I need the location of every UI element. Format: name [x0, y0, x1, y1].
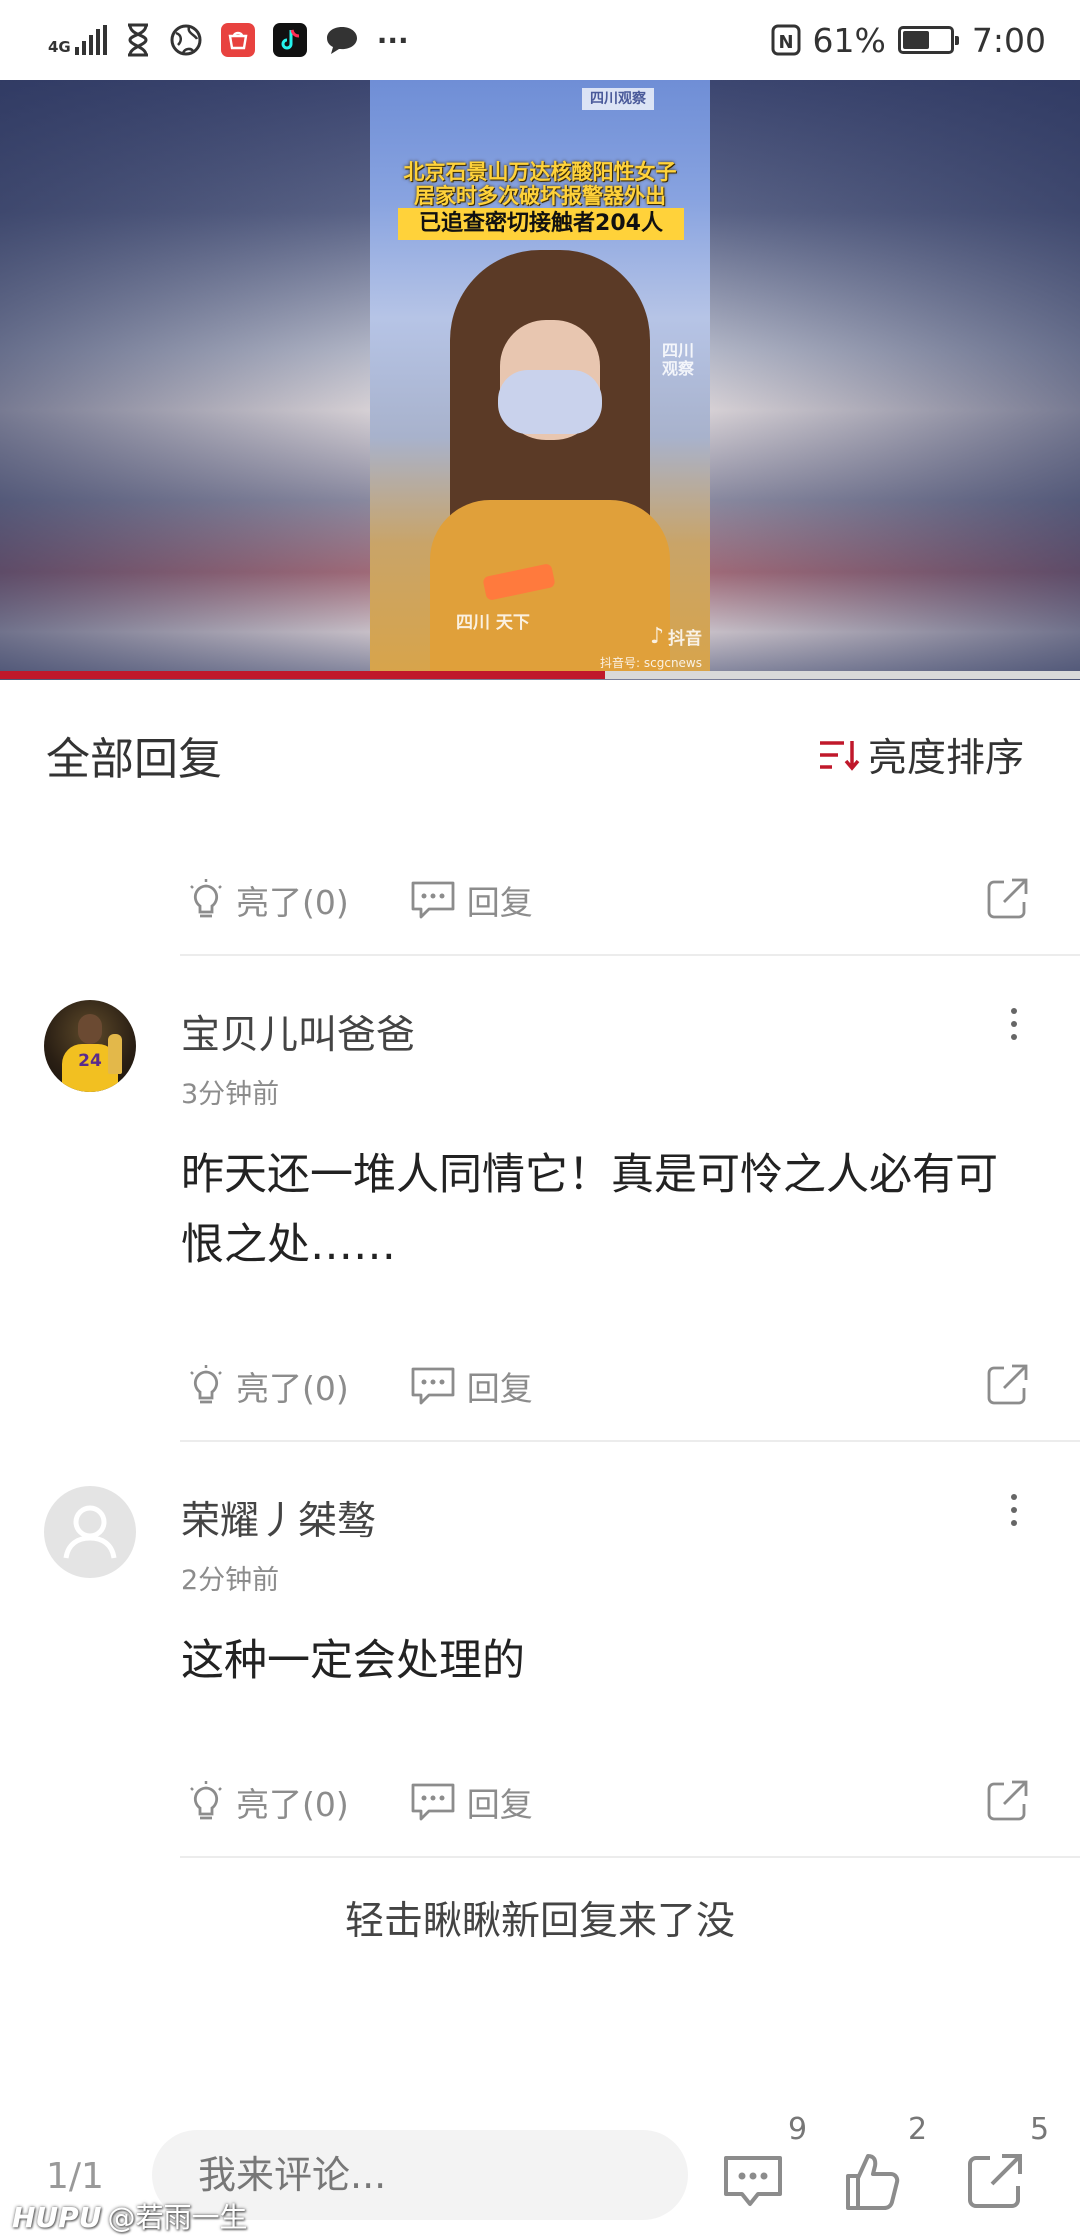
- share-button[interactable]: [984, 1362, 1030, 1412]
- share-button[interactable]: [960, 2146, 1030, 2216]
- hupu-watermark: HUPU @若雨一生: [12, 2196, 247, 2236]
- light-label: 亮了(0): [236, 883, 349, 922]
- tiktok-id: 抖音号: scgcnews: [600, 656, 702, 670]
- reply-button[interactable]: 回复: [409, 1778, 533, 1826]
- reply-bubble-icon: [411, 1783, 455, 1821]
- more-options-icon[interactable]: [1006, 1004, 1022, 1044]
- comment-text: 昨天还一堆人同情它！真是可怜之人必有可恨之处……: [181, 1150, 998, 1270]
- reply-button[interactable]: 回复: [409, 1362, 533, 1410]
- share-icon: [987, 1364, 1028, 1405]
- chat-bubble-icon: [326, 27, 357, 54]
- load-new-replies-button[interactable]: 轻击瞅瞅新回复来了没: [0, 1890, 1080, 1946]
- reply-label: 回复: [466, 1785, 533, 1824]
- comment-time: 2分钟前: [181, 1565, 280, 1596]
- share-icon: [987, 878, 1028, 919]
- section-title: 全部回复: [46, 734, 222, 785]
- video-caption-highlight: 已追查密切接触者204人: [398, 208, 684, 240]
- lightbulb-icon: [190, 1781, 222, 1820]
- lightbulb-icon: [190, 879, 222, 918]
- battery-icon: [897, 26, 959, 54]
- comment-time: 3分钟前: [181, 1079, 280, 1110]
- thumbs-up-icon: [846, 2154, 900, 2210]
- video-channel-logo: 四川观察: [582, 88, 654, 110]
- comment-text: 这种一定会处理的: [181, 1636, 525, 1686]
- tiktok-note-icon: ♪: [649, 624, 664, 649]
- comment-actions: 亮了(0) 回复: [180, 846, 1080, 956]
- globe-icon: [170, 24, 202, 56]
- light-label: 亮了(0): [236, 1785, 349, 1824]
- avatar[interactable]: 24: [44, 1000, 136, 1092]
- watermark-user: @若雨一生: [107, 2201, 248, 2234]
- comment-username[interactable]: 宝贝儿叫爸爸: [181, 1004, 415, 1060]
- more-options-icon[interactable]: [1006, 1490, 1022, 1530]
- hourglass-icon: [127, 23, 148, 57]
- comment-username[interactable]: 荣耀丿桀骜: [181, 1490, 376, 1546]
- nfc-icon: N: [771, 24, 801, 56]
- reply-bubble-icon: [411, 881, 455, 919]
- comment-actions: 亮了(0) 回复: [180, 1332, 1080, 1442]
- light-label: 亮了(0): [236, 1369, 349, 1408]
- tiktok-watermark: ♪ 抖音: [650, 624, 702, 649]
- sort-button[interactable]: 亮度排序: [818, 727, 1024, 783]
- share-count: 5: [1030, 2112, 1050, 2147]
- video-caption-line2: 居家时多次破坏报警器外出: [414, 184, 666, 208]
- appgallery-icon: [220, 23, 255, 57]
- video-frame[interactable]: 四川观察 北京石景山万达核酸阳性女子 居家时多次破坏报警器外出 已追查密切接触者…: [370, 80, 710, 675]
- clock: 7:00: [971, 20, 1046, 60]
- like-button[interactable]: [838, 2146, 908, 2216]
- video-side-watermark: 四川观察: [662, 341, 695, 378]
- reply-button[interactable]: 回复: [409, 876, 533, 924]
- default-avatar-icon: [63, 1505, 117, 1559]
- comment-bubble-icon: [724, 2156, 782, 2206]
- nfc-label: N: [778, 32, 793, 53]
- tiktok-label: 抖音: [668, 629, 702, 649]
- light-button[interactable]: 亮了(0): [186, 1778, 349, 1826]
- video-player[interactable]: 四川观察 北京石景山万达核酸阳性女子 居家时多次破坏报警器外出 已追查密切接触者…: [0, 80, 1080, 680]
- lightbulb-icon: [190, 1365, 222, 1404]
- light-button[interactable]: 亮了(0): [186, 876, 349, 924]
- video-progress-played: [0, 671, 605, 679]
- tiktok-icon: [272, 23, 307, 57]
- video-progress-bar[interactable]: [0, 671, 1080, 679]
- reply-label: 回复: [466, 883, 533, 922]
- comments-button[interactable]: [718, 2146, 788, 2216]
- share-button[interactable]: [984, 1778, 1030, 1828]
- sort-label: 亮度排序: [867, 736, 1024, 781]
- sort-icon: [819, 741, 860, 771]
- reply-bubble-icon: [411, 1367, 455, 1405]
- network-type: 4G: [48, 38, 71, 56]
- overflow-icon: ···: [376, 23, 409, 57]
- page-indicator[interactable]: 1/1: [46, 2156, 104, 2197]
- watermark-brand: HUPU: [12, 2201, 102, 2234]
- video-bottom-watermark: 四川 天下: [456, 613, 530, 633]
- share-button[interactable]: [984, 876, 1030, 926]
- share-icon: [968, 2154, 1022, 2208]
- replies-header: 全部回复 亮度排序: [0, 680, 1080, 830]
- avatar[interactable]: [44, 1486, 136, 1578]
- status-bar: 4G ··· N 61% 7:00: [0, 0, 1080, 80]
- reply-label: 回复: [466, 1369, 533, 1408]
- signal-icon: 4G: [48, 25, 107, 55]
- comment-actions: 亮了(0) 回复: [180, 1748, 1080, 1858]
- battery-percent: 61%: [812, 20, 886, 60]
- share-icon: [987, 1780, 1028, 1821]
- battery-fill: [902, 31, 930, 49]
- comment-count: 9: [788, 2112, 808, 2147]
- light-button[interactable]: 亮了(0): [186, 1362, 349, 1410]
- like-count: 2: [908, 2112, 928, 2147]
